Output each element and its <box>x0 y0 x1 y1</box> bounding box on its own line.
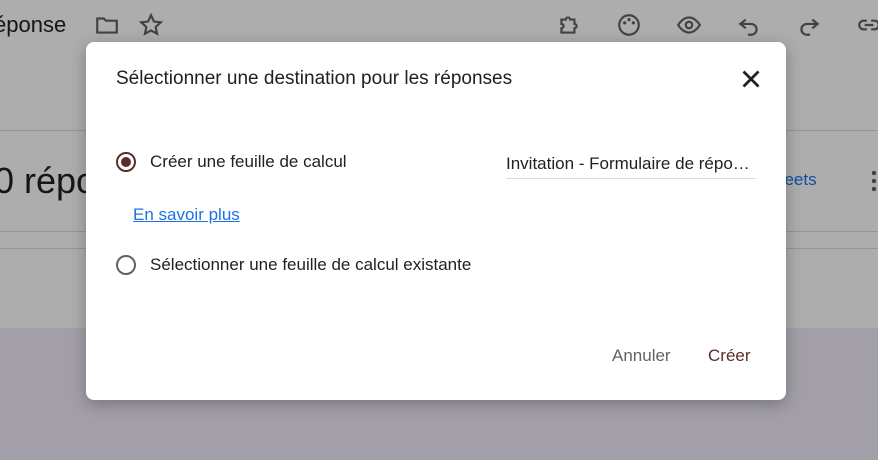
option-new-label: Créer une feuille de calcul <box>150 152 347 171</box>
option-existing-spreadsheet[interactable]: Sélectionner une feuille de calcul exist… <box>116 255 471 275</box>
create-button[interactable]: Créer <box>708 346 751 366</box>
dialog-title: Sélectionner une destination pour les ré… <box>116 68 513 89</box>
option-existing-label: Sélectionner une feuille de calcul exist… <box>150 255 472 274</box>
radio-new-spreadsheet[interactable] <box>116 152 136 172</box>
close-icon[interactable] <box>736 64 766 94</box>
radio-existing-spreadsheet[interactable] <box>116 255 136 275</box>
learn-more-link[interactable]: En savoir plus <box>133 205 240 225</box>
cancel-button[interactable]: Annuler <box>612 346 671 366</box>
destination-dialog: Sélectionner une destination pour les ré… <box>86 42 786 400</box>
option-new-spreadsheet[interactable]: Créer une feuille de calcul <box>116 152 347 172</box>
spreadsheet-name-field[interactable] <box>506 150 756 179</box>
